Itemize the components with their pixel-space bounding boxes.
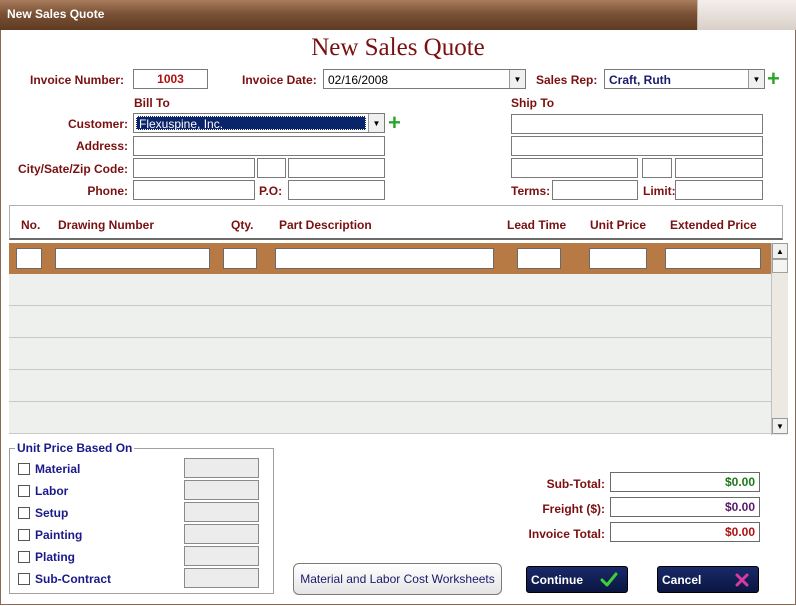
scroll-thumb[interactable] [772,259,788,273]
subtotal-field: $0.00 [610,472,760,492]
cost-worksheets-button[interactable]: Material and Labor Cost Worksheets [293,563,502,595]
customer-value: Flexuspine, Inc. [136,116,366,131]
labor-checkbox[interactable] [18,485,30,497]
column-extended-price: Extended Price [670,218,757,232]
customer-label: Customer: [67,117,128,131]
chevron-down-icon[interactable]: ▼ [368,114,384,132]
column-no: No. [21,218,41,232]
page-title: New Sales Quote [311,34,485,61]
part-description-input[interactable] [275,248,494,269]
setup-label: Setup [35,506,69,520]
plus-icon[interactable]: + [767,68,780,90]
plating-label: Plating [35,550,76,564]
invoice-total-field: $0.00 [610,522,760,542]
invoice-date-label: Invoice Date: [242,73,317,87]
grid-row-divider [9,337,771,338]
painting-checkbox[interactable] [18,529,30,541]
sub-contract-checkbox[interactable] [18,573,30,585]
ship-to-name-field[interactable] [511,114,763,134]
ship-zip-field[interactable] [675,158,763,178]
sales-rep-label: Sales Rep: [536,73,598,87]
freight-field[interactable]: $0.00 [610,497,760,517]
material-checkbox[interactable] [18,463,30,475]
sub-contract-value-field [184,568,259,588]
painting-value-field [184,524,259,544]
labor-value-field [184,480,259,500]
cancel-button[interactable]: Cancel [657,566,759,593]
phone-field[interactable] [133,180,255,200]
window-title: New Sales Quote [7,7,105,21]
material-value-field [184,458,259,478]
line-item-edit-row [9,243,771,274]
subtotal-label: Sub-Total: [546,477,605,491]
extended-price-input[interactable] [665,248,761,269]
grid-row-divider [9,369,771,370]
qty-input[interactable] [223,248,257,269]
line-items-header: No. Drawing Number Qty. Part Description… [9,205,783,240]
line-no-input[interactable] [16,248,42,269]
invoice-date-value: 02/16/2008 [328,73,389,87]
plating-checkbox[interactable] [18,551,30,563]
bill-to-title: Bill To [134,96,170,110]
freight-label: Freight ($): [542,502,605,516]
column-unit-price: Unit Price [590,218,647,232]
cancel-label: Cancel [662,573,702,587]
po-label: P.O: [259,184,283,198]
title-bar-controls-area [697,0,796,30]
grid-vertical-scrollbar[interactable]: ▲ ▼ [771,243,788,435]
ship-address-field[interactable] [511,136,763,156]
ship-city-field[interactable] [511,158,638,178]
drawing-number-input[interactable] [55,248,210,269]
plus-icon[interactable]: + [388,112,401,134]
scroll-down-icon[interactable]: ▼ [772,418,788,434]
grid-row-divider [9,305,771,306]
sales-rep-select[interactable]: Craft, Ruth ▼ [604,69,765,89]
setup-checkbox[interactable] [18,507,30,519]
painting-label: Painting [35,528,83,542]
column-drawing-number: Drawing Number [58,218,155,232]
invoice-date-picker[interactable]: 02/16/2008 ▼ [323,69,526,89]
chevron-down-icon[interactable]: ▼ [748,70,764,88]
ship-to-title: Ship To [511,96,555,110]
unit-price-basis-title: Unit Price Based On [15,441,135,455]
limit-field[interactable] [675,180,763,200]
setup-value-field [184,502,259,522]
sub-contract-label: Sub-Contract [35,572,111,586]
continue-button[interactable]: Continue [526,566,628,593]
column-lead-time: Lead Time [507,218,567,232]
column-qty: Qty. [231,218,254,232]
grid-row-divider [9,401,771,402]
terms-label: Terms: [511,184,551,198]
phone-label: Phone: [87,184,128,198]
unit-price-input[interactable] [589,248,647,269]
chevron-down-icon[interactable]: ▼ [509,70,525,88]
invoice-number-field[interactable]: 1003 [133,69,208,89]
labor-label: Labor [35,484,69,498]
continue-label: Continue [531,573,583,587]
column-part-description: Part Description [279,218,372,232]
bill-state-field[interactable] [257,158,286,178]
title-bar: New Sales Quote [0,0,796,30]
x-icon [735,573,749,587]
bill-address-field[interactable] [133,136,385,156]
invoice-number-label: Invoice Number: [30,73,125,87]
invoice-total-label: Invoice Total: [528,527,605,541]
ship-state-field[interactable] [642,158,672,178]
terms-field[interactable] [552,180,638,200]
plating-value-field [184,546,259,566]
po-field[interactable] [288,180,385,200]
bill-zip-field[interactable] [288,158,385,178]
lead-time-input[interactable] [517,248,561,269]
sales-rep-value: Craft, Ruth [609,73,671,87]
scroll-up-icon[interactable]: ▲ [772,243,788,259]
city-state-zip-label: City/Sate/Zip Code: [17,162,128,176]
bill-city-field[interactable] [133,158,255,178]
grid-row-divider [9,433,771,434]
address-label: Address: [75,139,128,153]
check-icon [600,572,618,587]
material-label: Material [35,462,81,476]
line-items-grid[interactable] [9,274,771,434]
limit-label: Limit: [643,184,676,198]
customer-select[interactable]: Flexuspine, Inc. ▼ [133,113,385,133]
